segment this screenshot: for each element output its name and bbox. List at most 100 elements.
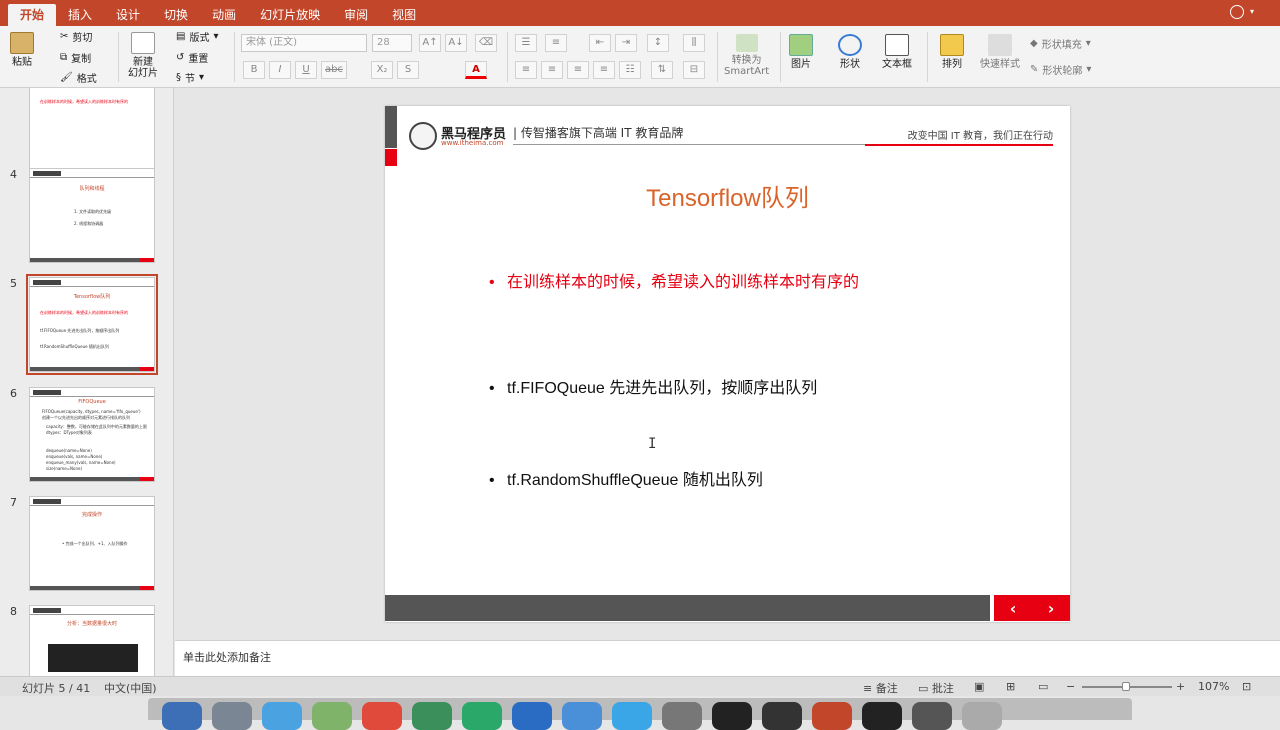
zoom-slider-thumb[interactable] bbox=[1122, 682, 1130, 691]
textbox-button[interactable]: 文本框 bbox=[882, 34, 912, 70]
thumb-line: tf.FIFOQueue 先进先出队列，按顺序出队列 bbox=[40, 328, 120, 333]
section-button[interactable]: § 节 ▾ bbox=[176, 70, 204, 85]
arrange-button[interactable]: 排列 bbox=[940, 34, 964, 70]
notes-toggle[interactable]: ≡ 备注 bbox=[863, 680, 898, 696]
justify-icon[interactable]: ≡ bbox=[593, 61, 615, 79]
zoom-in-icon[interactable]: + bbox=[1176, 680, 1185, 693]
align-left-icon[interactable]: ≡ bbox=[515, 61, 537, 79]
copy-icon: ⧉ bbox=[60, 52, 68, 63]
bullets-icon[interactable]: ☰ bbox=[515, 34, 537, 52]
current-slide[interactable]: 黑马程序员 www.itheima.com | 传智播客旗下高端 IT 教育品牌… bbox=[385, 106, 1070, 622]
tab-insert[interactable]: 插入 bbox=[56, 4, 104, 26]
app-icon[interactable] bbox=[862, 702, 902, 730]
font-family-select[interactable]: 宋体 (正文) bbox=[241, 34, 367, 52]
align-center-icon[interactable]: ≡ bbox=[541, 61, 563, 79]
prev-slide-icon[interactable]: ‹ bbox=[1010, 599, 1017, 618]
finder-icon[interactable] bbox=[162, 702, 202, 730]
reset-button[interactable]: ↺ 重置 bbox=[176, 50, 208, 65]
strikethrough-button[interactable]: abc bbox=[321, 61, 347, 79]
divider bbox=[717, 32, 718, 82]
bullet-item[interactable]: • tf.RandomShuffleQueue 随机出队列 bbox=[489, 470, 763, 491]
quick-styles-button[interactable]: 快速样式 bbox=[980, 34, 1020, 70]
xcode-icon[interactable] bbox=[612, 702, 652, 730]
line-spacing-icon[interactable]: ↕ bbox=[647, 34, 669, 52]
shape-outline-button[interactable]: ✎ 形状轮廓 ▾ bbox=[1030, 62, 1091, 77]
bold-button[interactable]: B bbox=[243, 61, 265, 79]
cut-button[interactable]: ✂ 剪切 bbox=[60, 29, 92, 44]
chevron-down-icon[interactable]: ▾ bbox=[1250, 7, 1254, 16]
align-right-icon[interactable]: ≡ bbox=[567, 61, 589, 79]
paste-button[interactable]: 粘贴 bbox=[10, 32, 34, 68]
fit-to-window-icon[interactable]: ⊡ bbox=[1242, 680, 1251, 693]
tab-slideshow[interactable]: 幻灯片放映 bbox=[248, 4, 332, 26]
slide-thumbnail-7[interactable]: 完成操作 • 完成一个出队列、+1、入队列操作 bbox=[29, 496, 155, 591]
comments-toggle[interactable]: ▭ 批注 bbox=[918, 680, 954, 696]
trash-icon[interactable] bbox=[962, 702, 1002, 730]
picture-button[interactable]: 图片 bbox=[789, 34, 813, 70]
tab-view[interactable]: 视图 bbox=[380, 4, 428, 26]
clear-format-icon[interactable]: ⌫ bbox=[475, 34, 497, 52]
format-painter-button[interactable]: 🖌 格式 bbox=[60, 70, 97, 85]
qq-icon[interactable] bbox=[512, 702, 552, 730]
numbering-icon[interactable]: ≡ bbox=[545, 34, 567, 52]
activity-monitor-icon[interactable] bbox=[762, 702, 802, 730]
increase-indent-icon[interactable]: ⇥ bbox=[615, 34, 637, 52]
grow-font-icon[interactable]: A↑ bbox=[419, 34, 441, 52]
reading-view-icon[interactable]: ▭ bbox=[1038, 680, 1048, 693]
powerpoint-icon[interactable] bbox=[812, 702, 852, 730]
slide-thumbnail-5[interactable]: Tensorflow队列 在训练样本的时候，希望读入的训练样本时有序的 tf.F… bbox=[26, 274, 158, 375]
notes-placeholder[interactable]: 单击此处添加备注 bbox=[183, 649, 271, 665]
decrease-indent-icon[interactable]: ⇤ bbox=[589, 34, 611, 52]
shrink-font-icon[interactable]: A↓ bbox=[445, 34, 467, 52]
shadow-icon[interactable]: S bbox=[397, 61, 419, 79]
pycharm-icon[interactable] bbox=[462, 702, 502, 730]
new-slide-button[interactable]: 新建 幻灯片 bbox=[128, 32, 158, 79]
subscript-button[interactable]: X₂ bbox=[371, 61, 393, 79]
launchpad-icon[interactable] bbox=[212, 702, 252, 730]
convert-smartart-button[interactable]: 转换为 SmartArt bbox=[724, 34, 769, 77]
font-size-select[interactable]: 28 bbox=[372, 34, 412, 52]
distributed-icon[interactable]: ☷ bbox=[619, 61, 641, 79]
app-icon[interactable] bbox=[312, 702, 352, 730]
system-preferences-icon[interactable] bbox=[662, 702, 702, 730]
tab-home[interactable]: 开始 bbox=[8, 4, 57, 26]
slide-thumbnail-pane[interactable]: 在训练样本的时候，希望读入的训练样本时有序的 4 队列和线程 1. 文件读取的优… bbox=[0, 88, 174, 676]
preview-icon[interactable] bbox=[562, 702, 602, 730]
slide-thumbnail-4[interactable]: 队列和线程 1. 文件读取的优先级 2. 线程和协调器 bbox=[29, 168, 155, 263]
next-slide-icon[interactable]: › bbox=[1048, 599, 1055, 618]
chrome-icon[interactable] bbox=[362, 702, 402, 730]
underline-button[interactable]: U bbox=[295, 61, 317, 79]
normal-view-icon[interactable]: ▣ bbox=[974, 680, 984, 693]
copy-button[interactable]: ⧉ 复制 bbox=[60, 50, 91, 65]
slide-title[interactable]: Tensorflow队列 bbox=[385, 178, 1070, 213]
text-direction-icon[interactable]: ⇅ bbox=[651, 61, 673, 79]
slide-thumbnail-6[interactable]: FIFOQueue FIFOQueue(capacity, dtypes, na… bbox=[29, 387, 155, 482]
font-color-button[interactable]: A bbox=[465, 61, 487, 79]
slide-thumbnail-8[interactable]: 分析：当数据量很大时 bbox=[29, 605, 155, 676]
bullet-item[interactable]: • tf.FIFOQueue 先进先出队列，按顺序出队列 bbox=[489, 378, 817, 399]
tab-transitions[interactable]: 切换 bbox=[152, 4, 200, 26]
feedback-smiley-icon[interactable] bbox=[1230, 5, 1244, 19]
slide-thumbnail-3[interactable]: 在训练样本的时候，希望读入的训练样本时有序的 bbox=[29, 88, 155, 180]
comments-label: 批注 bbox=[931, 682, 954, 695]
screen-recorder-icon[interactable] bbox=[912, 702, 952, 730]
smartart-label: 转换为 SmartArt bbox=[724, 55, 770, 77]
align-text-icon[interactable]: ⊟ bbox=[683, 61, 705, 79]
notes-pane[interactable]: 单击此处添加备注 bbox=[175, 640, 1280, 676]
safari-icon[interactable] bbox=[262, 702, 302, 730]
italic-button[interactable]: I bbox=[269, 61, 291, 79]
terminal-icon[interactable] bbox=[712, 702, 752, 730]
bullet-item[interactable]: • 在训练样本的时候，希望读入的训练样本时有序的 bbox=[489, 272, 907, 293]
shape-fill-button[interactable]: ◆ 形状填充 ▾ bbox=[1030, 36, 1091, 51]
zoom-level[interactable]: 107% bbox=[1198, 680, 1229, 693]
tab-review[interactable]: 审阅 bbox=[332, 4, 380, 26]
evernote-icon[interactable] bbox=[412, 702, 452, 730]
zoom-out-icon[interactable]: − bbox=[1066, 680, 1075, 693]
columns-icon[interactable]: ⫼ bbox=[683, 34, 705, 52]
slide-sorter-icon[interactable]: ⊞ bbox=[1006, 680, 1015, 693]
shape-button[interactable]: 形状 bbox=[838, 34, 862, 70]
tab-design[interactable]: 设计 bbox=[104, 4, 152, 26]
layout-button[interactable]: ▤ 版式 ▾ bbox=[176, 29, 218, 44]
tab-animations[interactable]: 动画 bbox=[200, 4, 248, 26]
language-indicator[interactable]: 中文(中国) bbox=[104, 680, 157, 696]
